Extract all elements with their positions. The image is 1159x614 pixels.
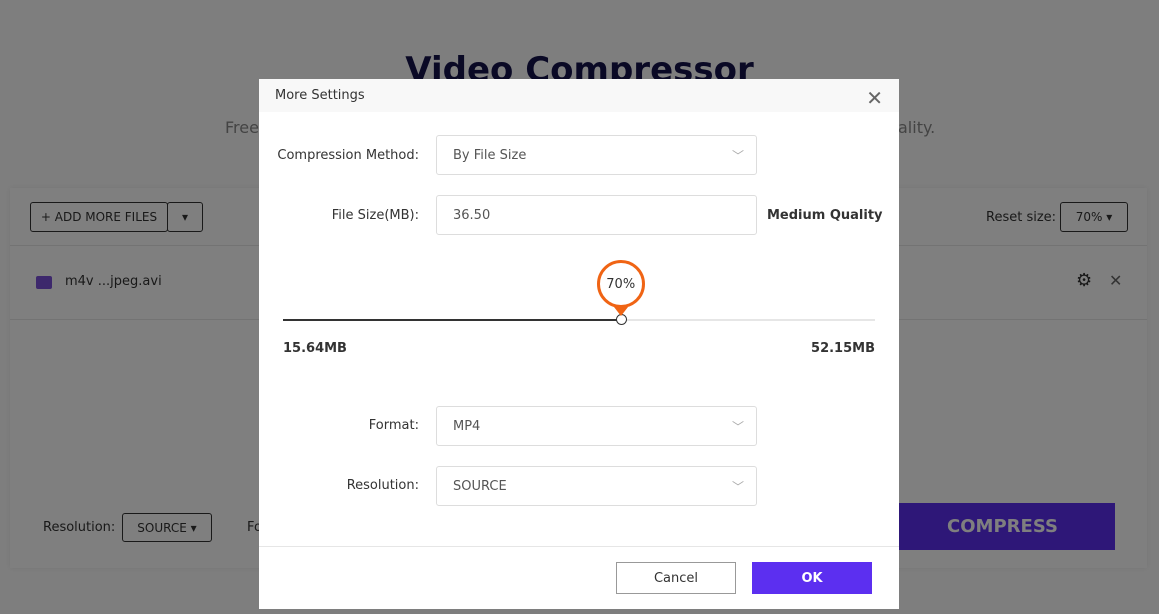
format-label: Format: bbox=[368, 418, 419, 433]
file-size-input[interactable]: 36.50 bbox=[436, 195, 757, 235]
slider-fill bbox=[283, 319, 621, 321]
slider-min-label: 15.64MB bbox=[283, 341, 347, 356]
format-select[interactable]: MP4 ﹀ bbox=[436, 406, 757, 446]
slider-value-bubble: 70% bbox=[596, 260, 645, 316]
format-value: MP4 bbox=[453, 418, 481, 434]
dialog-footer: Cancel OK bbox=[259, 546, 899, 609]
file-size-value: 36.50 bbox=[453, 207, 491, 223]
cancel-button[interactable]: Cancel bbox=[616, 562, 736, 594]
compression-method-value: By File Size bbox=[453, 147, 527, 163]
resolution-value: SOURCE bbox=[453, 478, 507, 494]
close-icon[interactable]: ✕ bbox=[866, 86, 883, 110]
compression-method-label: Compression Method: bbox=[277, 148, 419, 163]
dialog-header: More Settings bbox=[259, 79, 899, 112]
slider-value: 70% bbox=[606, 276, 636, 292]
slider-max-label: 52.15MB bbox=[811, 341, 875, 356]
quality-label: Medium Quality bbox=[767, 208, 883, 223]
compression-method-select[interactable]: By File Size ﹀ bbox=[436, 135, 757, 175]
chevron-down-icon: ﹀ bbox=[731, 480, 744, 494]
more-settings-dialog: More Settings ✕ Compression Method: By F… bbox=[259, 79, 899, 609]
resolution-label: Resolution: bbox=[346, 478, 419, 493]
chevron-down-icon: ﹀ bbox=[731, 420, 744, 434]
chevron-down-icon: ﹀ bbox=[731, 149, 744, 163]
resolution-select[interactable]: SOURCE ﹀ bbox=[436, 466, 757, 506]
file-size-slider[interactable]: 70% bbox=[283, 260, 875, 325]
dialog-title: More Settings bbox=[275, 88, 365, 103]
ok-button[interactable]: OK bbox=[752, 562, 872, 594]
file-size-label: File Size(MB): bbox=[331, 208, 419, 223]
